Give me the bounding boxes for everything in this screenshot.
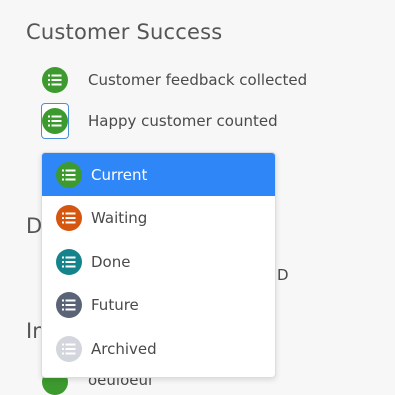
status-option-current[interactable]: Current [42, 153, 275, 196]
status-archived-icon [56, 335, 82, 362]
option-label: Done [91, 252, 131, 271]
list-item[interactable]: Customer feedback collected [42, 66, 307, 94]
status-option-future[interactable]: Future [42, 284, 275, 327]
status-done-icon [56, 248, 82, 275]
item-label-fragment: D [277, 266, 289, 284]
status-waiting-icon [56, 205, 82, 231]
section-title: Customer Success [26, 20, 223, 44]
status-dropdown-menu: Current Waiting Done Future Archived [41, 152, 276, 378]
status-option-waiting[interactable]: Waiting [42, 197, 275, 240]
status-current-icon[interactable] [42, 67, 68, 93]
option-label: Current [91, 165, 148, 184]
option-label: Archived [91, 339, 157, 358]
list-item[interactable]: Happy customer counted [41, 103, 278, 139]
option-label: Future [91, 296, 139, 314]
item-label: Happy customer counted [88, 112, 278, 130]
status-option-done[interactable]: Done [42, 240, 275, 283]
status-current-icon [56, 161, 82, 188]
option-label: Waiting [91, 209, 148, 227]
status-option-archived[interactable]: Archived [42, 327, 275, 370]
item-label: Customer feedback collected [88, 71, 308, 89]
status-future-icon [56, 292, 82, 318]
status-current-icon [42, 108, 68, 134]
status-picker-button[interactable] [41, 103, 69, 139]
section-heading-fragment: D [26, 214, 43, 238]
